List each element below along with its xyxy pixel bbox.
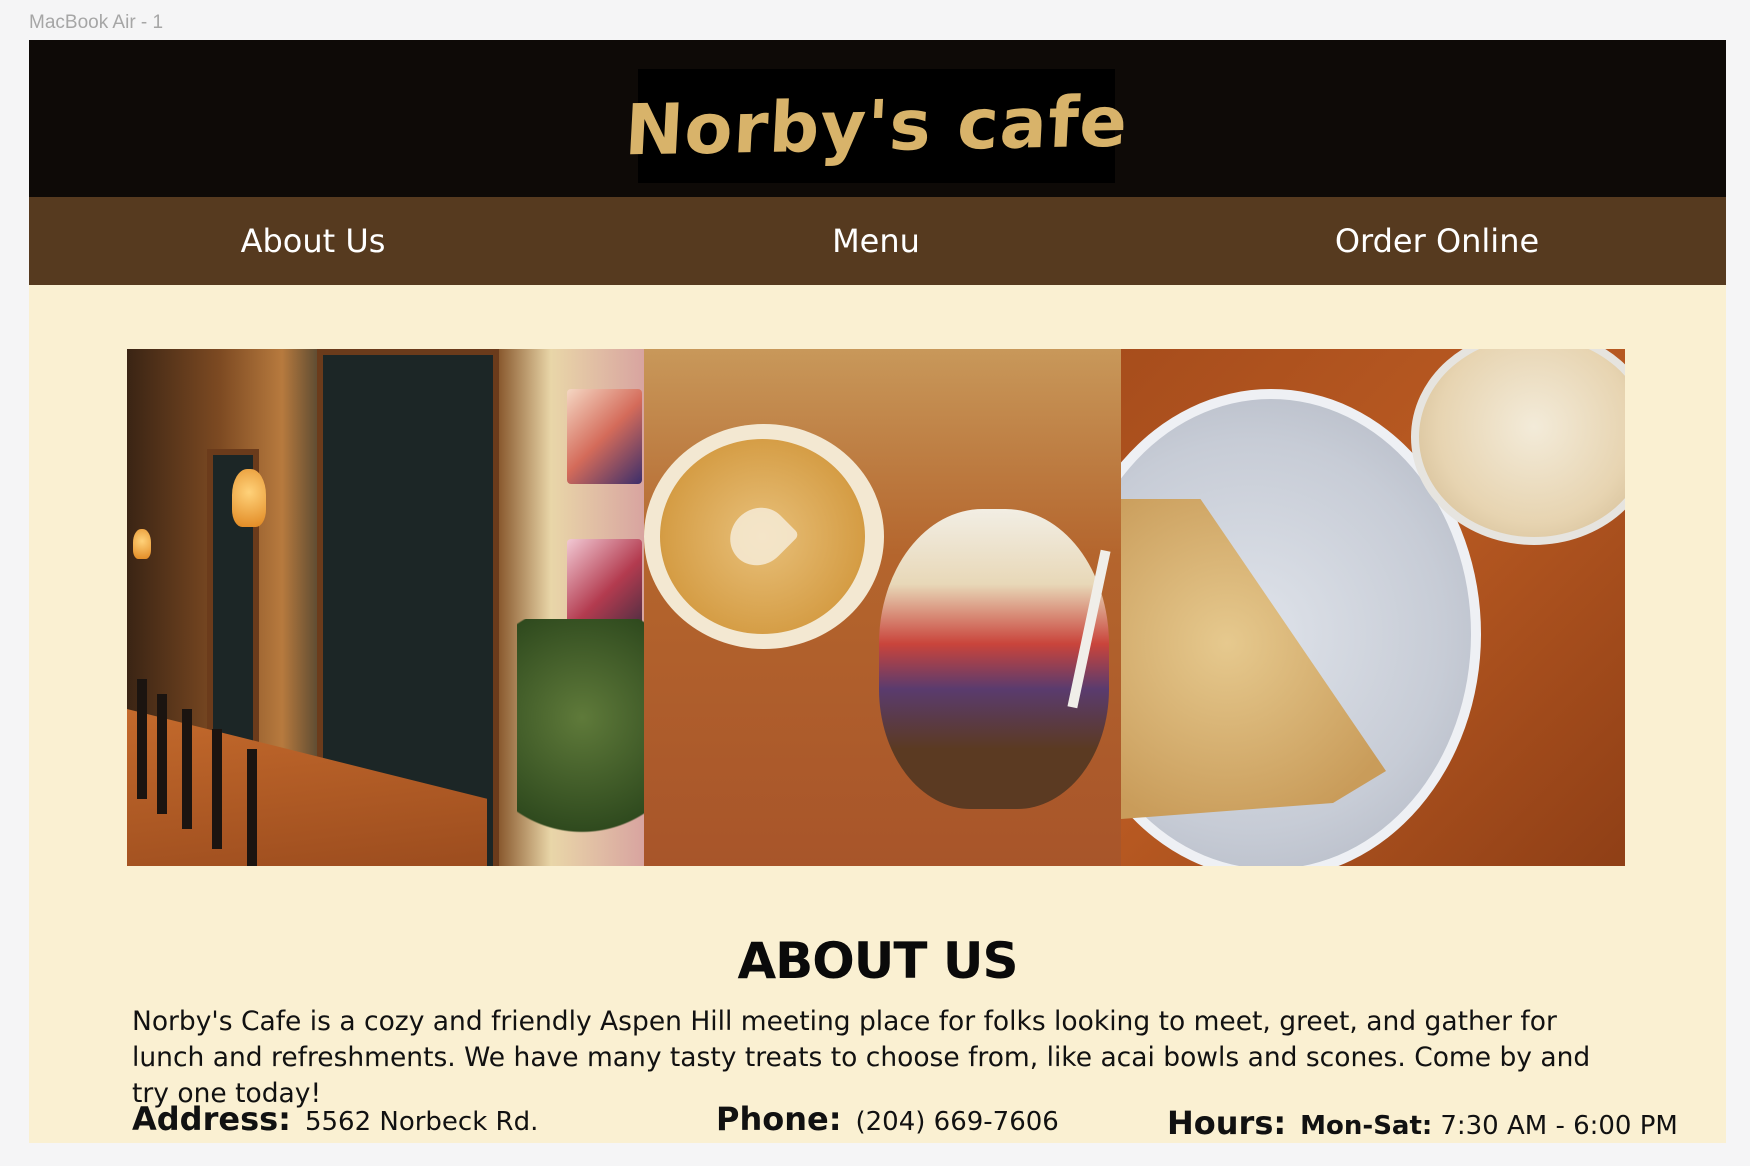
hours-info: Hours: Mon-Sat: 7:30 AM - 6:00 PM [1167,1104,1678,1142]
address-label: Address: [132,1100,291,1138]
about-text: Norby's Cafe is a cozy and friendly Aspe… [132,1006,1591,1109]
chair [212,729,222,849]
chair [157,694,167,814]
nav-item-order-online[interactable]: Order Online [1277,197,1597,285]
address-value: 5562 Norbeck Rd. [304,1107,539,1137]
address-info: Address: 5562 Norbeck Rd. [132,1100,538,1138]
logo-text: Norby's cafe [622,80,1131,172]
phone-info: Phone: (204) 669-7606 [716,1100,1059,1138]
artboard-frame: Norby's cafe About Us Menu Order Online [29,40,1726,1143]
nav-item-menu[interactable]: Menu [734,197,1018,285]
cafe-interior-photo [127,349,644,866]
logo[interactable]: Norby's cafe [623,69,1130,183]
acai-bowl [879,509,1109,809]
hours-label: Hours: [1167,1104,1287,1142]
hours-days: Mon-Sat: [1300,1111,1433,1141]
chair [137,679,147,799]
scone-and-dessert-photo [1121,349,1625,866]
frame-label: MacBook Air - 1 [29,12,164,33]
phone-label: Phone: [716,1100,842,1138]
site-header: Norby's cafe [29,40,1726,197]
about-title: ABOUT US [737,932,1018,990]
hero-gallery [127,349,1625,866]
nav-item-about-us[interactable]: About Us [171,197,455,285]
phone-value[interactable]: (204) 669-7606 [856,1107,1059,1137]
main-nav: About Us Menu Order Online [29,197,1726,285]
latte-and-acai-bowl-photo [644,349,1121,866]
hours-value: 7:30 AM - 6:00 PM [1440,1111,1678,1141]
pendant-lamp [133,529,151,559]
plant [517,619,644,866]
pendant-lamp [232,469,266,527]
chair [182,709,192,829]
wall-art [567,389,642,484]
chair [247,749,257,866]
design-canvas: MacBook Air - 1 Norby's cafe About Us Me… [0,0,1750,1166]
